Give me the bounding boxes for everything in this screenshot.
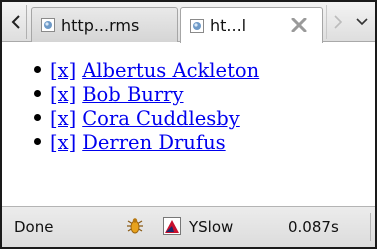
remove-link[interactable]: [x] [50, 131, 76, 154]
status-text: Done [14, 218, 54, 236]
list-item: [x] Cora Cuddlesby [34, 107, 259, 131]
yslow-label[interactable]: YSlow [189, 218, 233, 236]
bullet [34, 138, 41, 145]
person-link[interactable]: Bob Burry [82, 83, 183, 106]
chevron-left-icon [11, 15, 20, 29]
list-item: [x] Albertus Ackleton [34, 59, 259, 83]
bullet [34, 90, 41, 97]
chevron-right-icon [333, 15, 342, 29]
chevron-down-icon [356, 18, 368, 26]
tab-title: http...rms [61, 15, 140, 35]
remove-link[interactable]: [x] [50, 83, 76, 106]
tab-current[interactable]: ht...l [180, 7, 323, 43]
close-tab-button[interactable] [288, 15, 310, 35]
tab-strip: http...rms ht...l [2, 2, 375, 43]
person-link[interactable]: Albertus Ackleton [82, 59, 259, 82]
bullet [34, 114, 41, 121]
list-item: [x] Bob Burry [34, 83, 259, 107]
list-item: [x] Derren Drufus [34, 131, 259, 155]
bug-icon[interactable] [124, 216, 146, 236]
person-link[interactable]: Cora Cuddlesby [82, 107, 240, 130]
bullet [34, 66, 41, 73]
close-icon [291, 18, 307, 32]
remove-link[interactable]: [x] [50, 107, 76, 130]
tab-scroll-left-button[interactable] [5, 5, 27, 39]
load-time: 0.087s [288, 218, 339, 236]
yslow-icon[interactable] [163, 217, 181, 235]
divider [370, 213, 371, 241]
tab-forms[interactable]: http...rms [31, 7, 178, 42]
status-bar: Done YSlow 0.087s [2, 206, 375, 247]
browser-window: http...rms ht...l [x] Albertus Ackleton … [0, 0, 377, 249]
page-content: [x] Albertus Ackleton [x] Bob Burry [x] … [2, 43, 375, 206]
tab-title: ht...l [210, 16, 247, 35]
person-list: [x] Albertus Ackleton [x] Bob Burry [x] … [34, 59, 259, 155]
list-all-tabs-button[interactable] [351, 5, 373, 39]
tab-scroll-right-button[interactable] [326, 5, 348, 39]
person-link[interactable]: Derren Drufus [82, 131, 225, 154]
page-icon [190, 18, 204, 33]
remove-link[interactable]: [x] [50, 59, 76, 82]
page-icon [41, 18, 55, 32]
